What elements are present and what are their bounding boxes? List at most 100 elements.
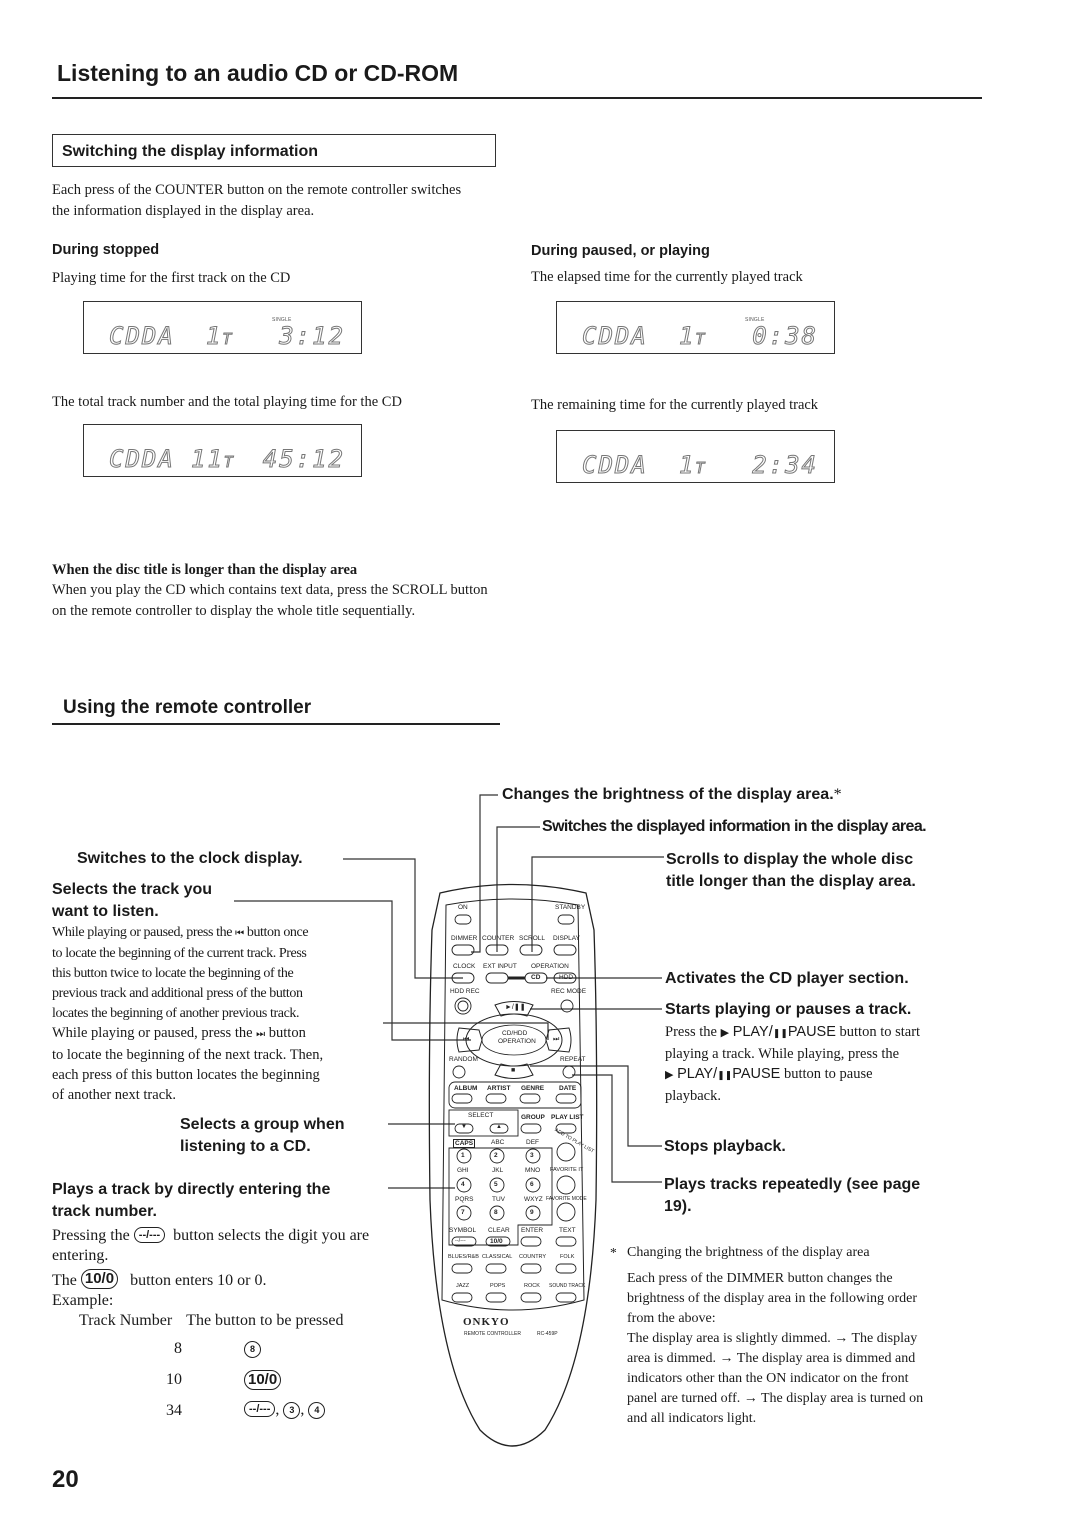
pause-icon: ❚❚ bbox=[717, 1071, 733, 1081]
remote-btn-digit-4[interactable]: 4 bbox=[461, 1181, 465, 1188]
remote-btn-digit-7[interactable]: 7 bbox=[461, 1209, 465, 1216]
remote-btn-artist[interactable]: ARTIST bbox=[487, 1085, 510, 1092]
remote-btn-select-up[interactable]: ▲ bbox=[496, 1124, 502, 1130]
remote-btn-genre[interactable]: GENRE bbox=[521, 1085, 544, 1092]
remote-btn-pops[interactable]: POPS bbox=[490, 1283, 505, 1289]
callout-cd-activate: Activates the CD player section. bbox=[665, 970, 909, 987]
remote-btn-digit-9[interactable]: 9 bbox=[530, 1209, 534, 1216]
example-button-glyph: 8 bbox=[244, 1341, 261, 1358]
example-button-glyph: 4 bbox=[308, 1402, 326, 1419]
remote-brand-logo: ONKYO bbox=[463, 1316, 510, 1328]
remote-btn-play-pause[interactable]: ►/❚❚ bbox=[505, 1003, 526, 1011]
remote-btn-jazz[interactable]: JAZZ bbox=[456, 1283, 469, 1289]
select-track-prev-text: While playing or paused, press the ⏮ but… bbox=[52, 925, 309, 1021]
lcd-mode: CDDA bbox=[109, 322, 175, 350]
remote-btn-clock[interactable]: CLOCK bbox=[453, 963, 475, 970]
remote-btn-ext-input[interactable]: EXT INPUT bbox=[483, 963, 517, 970]
remote-btn-prev[interactable]: ⏮ bbox=[463, 1036, 469, 1044]
remote-btn-on[interactable]: ON bbox=[458, 904, 468, 911]
remote-btn-ten[interactable]: 10/0 bbox=[490, 1238, 503, 1245]
remote-model: RC-459P bbox=[537, 1331, 558, 1337]
remote-btn-digit-6[interactable]: 6 bbox=[530, 1181, 534, 1188]
callout-direct-entry: Plays a track by directly entering the tr… bbox=[52, 1181, 331, 1220]
callout-stop: Stops playback. bbox=[664, 1138, 786, 1155]
remote-btn-digit-2[interactable]: 2 bbox=[494, 1152, 498, 1159]
remote-wxyz-label: WXYZ bbox=[524, 1196, 543, 1203]
remote-btn-cd[interactable]: CD bbox=[531, 974, 540, 981]
lcd-display-playing-second: CDDA 1T 2:34 bbox=[556, 430, 835, 483]
remote-btn-digit-3[interactable]: 3 bbox=[530, 1152, 534, 1159]
remote-btn-hdd[interactable]: HDD bbox=[559, 974, 573, 981]
lcd-time: 0:38 bbox=[752, 322, 818, 350]
leader-repeat bbox=[572, 1074, 662, 1183]
title-divider bbox=[52, 97, 982, 99]
remote-btn-rock[interactable]: ROCK bbox=[524, 1283, 540, 1289]
remote-btn-country[interactable]: COUNTRY bbox=[519, 1254, 546, 1260]
lcd-time: 2:34 bbox=[752, 451, 818, 479]
remote-btn-next[interactable]: ⏭ bbox=[553, 1036, 559, 1044]
remote-tuv-label: TUV bbox=[492, 1196, 505, 1203]
skip-back-icon: ⏮ bbox=[235, 928, 244, 939]
example-track: 34 bbox=[166, 1402, 182, 1419]
remote-btn-scroll[interactable]: SCROLL bbox=[519, 935, 545, 942]
remote-btn-favorite-mode[interactable]: FAVORITE MODE bbox=[546, 1196, 587, 1202]
leader-stop bbox=[530, 1065, 662, 1147]
play-icon: ▶ bbox=[665, 1068, 674, 1081]
remote-pqrs-label: PQRS bbox=[455, 1196, 474, 1203]
display-info-intro: Each press of the COUNTER button on the … bbox=[52, 182, 462, 219]
stopped-caption-1: Playing time for the first track on the … bbox=[52, 270, 291, 286]
remote-btn-blues[interactable]: BLUES/R&B bbox=[448, 1254, 479, 1260]
example-track: 10 bbox=[166, 1371, 182, 1388]
direct-entry-text: Pressing the --/--- button selects the d… bbox=[52, 1227, 370, 1329]
footnote-title: Changing the brightness of the display a… bbox=[627, 1245, 870, 1260]
remote-btn-stop[interactable]: ■ bbox=[511, 1067, 515, 1074]
remote-section-divider bbox=[52, 723, 500, 725]
playing-caption-2: The remaining time for the currently pla… bbox=[531, 397, 819, 413]
remote-cd-hdd-op-1: CD/HDD bbox=[502, 1030, 528, 1037]
lcd-time: 45:12 bbox=[262, 445, 345, 473]
remote-btn-album[interactable]: ALBUM bbox=[454, 1085, 477, 1092]
lcd-display-stopped-second: CDDA 11T 45:12 bbox=[83, 424, 362, 477]
stopped-caption-2: The total track number and the total pla… bbox=[52, 394, 402, 410]
remote-btn-classical[interactable]: CLASSICAL bbox=[482, 1254, 512, 1260]
callout-select-track: Selects the track you want to listen. bbox=[52, 881, 213, 920]
lcd-track: 1T bbox=[205, 322, 232, 350]
remote-btn-counter[interactable]: COUNTER bbox=[482, 935, 514, 942]
remote-btn-rec-mode[interactable]: REC MODE bbox=[551, 988, 586, 995]
lcd-display-playing-first: SINGLE CDDA 1T 0:38 bbox=[556, 301, 835, 354]
remote-btn-play-list[interactable]: PLAY LIST bbox=[551, 1114, 584, 1121]
stopped-heading: During stopped bbox=[52, 242, 160, 258]
remote-btn-group[interactable]: GROUP bbox=[521, 1114, 545, 1121]
remote-panel bbox=[441, 898, 585, 1311]
remote-operation-label: OPERATION bbox=[531, 963, 569, 970]
leader-dimmer bbox=[471, 794, 498, 953]
remote-btn-folk[interactable]: FOLK bbox=[560, 1254, 574, 1260]
remote-btn-dimmer[interactable]: DIMMER bbox=[451, 935, 477, 942]
remote-btn-sound-track[interactable]: SOUND TRACK bbox=[549, 1283, 585, 1289]
lcd-time: 3:12 bbox=[279, 322, 345, 350]
remote-btn-display[interactable]: DISPLAY bbox=[553, 935, 580, 942]
remote-btn-digit-1[interactable]: 1 bbox=[461, 1152, 465, 1159]
remote-btn-enter[interactable]: ENTER bbox=[521, 1227, 543, 1234]
lcd-mode: CDDA bbox=[109, 445, 175, 473]
lcd-mode: CDDA bbox=[582, 451, 648, 479]
remote-btn-digit-8[interactable]: 8 bbox=[494, 1209, 498, 1216]
remote-add-to-play-list[interactable]: ADD TO PLAY LIST bbox=[553, 1127, 594, 1154]
remote-btn-repeat[interactable]: REPEAT bbox=[560, 1056, 586, 1063]
footnote-mark: * bbox=[610, 1245, 617, 1260]
pause-icon: ❚❚ bbox=[772, 1029, 788, 1039]
remote-btn-favorite-it[interactable]: FAVORITE IT bbox=[550, 1167, 583, 1173]
callout-scroll: Scrolls to display the whole disc title l… bbox=[666, 851, 916, 890]
remote-btn-date[interactable]: DATE bbox=[559, 1085, 576, 1092]
playing-heading: During paused, or playing bbox=[531, 243, 710, 259]
remote-btn-hdd-rec[interactable]: HDD REC bbox=[450, 988, 480, 995]
remote-btn-select-down[interactable]: ▼ bbox=[461, 1124, 467, 1130]
remote-btn-random[interactable]: RANDOM bbox=[449, 1056, 478, 1063]
remote-btn-standby[interactable]: STANDBY bbox=[555, 904, 585, 911]
callout-play-pause: Starts playing or pauses a track. bbox=[665, 1001, 912, 1018]
remote-def-label: DEF bbox=[526, 1139, 539, 1146]
digit-toggle-button-glyph: --/--- bbox=[133, 1227, 166, 1243]
remote-btn-digit-5[interactable]: 5 bbox=[494, 1181, 498, 1188]
remote-btn-digit-toggle[interactable]: --/--- bbox=[455, 1238, 466, 1244]
remote-btn-text[interactable]: TEXT bbox=[559, 1227, 576, 1234]
